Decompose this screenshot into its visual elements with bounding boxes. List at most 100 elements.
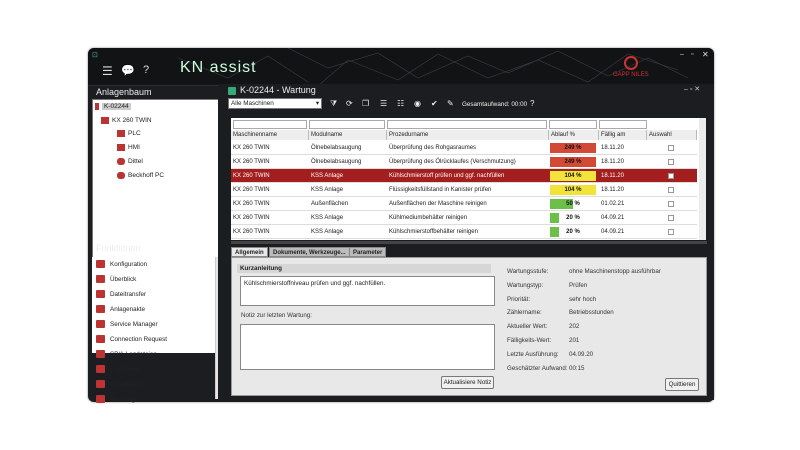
table-cell: Überprüfung des Ölrücklaufes (Verschmutz…: [389, 159, 516, 165]
function-item[interactable]: Überblick: [96, 273, 136, 287]
update-note-button[interactable]: Aktualisiere Notiz: [441, 376, 494, 389]
filter-due[interactable]: [599, 120, 647, 129]
tree-item-dittel[interactable]: Dittel: [117, 156, 143, 167]
function-item[interactable]: Anlagenakte: [96, 303, 145, 317]
table-row[interactable]: KX 260 TWIN KSS Anlage Kühlschmierstoff pr…: [231, 169, 697, 183]
tree-item-k02244[interactable]: K-02244: [95, 101, 131, 112]
checklist-icon[interactable]: ☷: [397, 98, 404, 109]
select-checkbox[interactable]: [668, 201, 674, 207]
tree-item-hmi[interactable]: HMI: [117, 142, 140, 153]
copy-icon[interactable]: ❐: [362, 98, 369, 109]
table-row[interactable]: KX 260 TWIN Außenflächen Außenflächen der …: [231, 197, 697, 211]
table-cell: KSS Anlage: [311, 215, 344, 221]
list-icon[interactable]: ☰: [380, 98, 387, 109]
select-checkbox[interactable]: [668, 215, 674, 221]
filter-procedure[interactable]: [387, 120, 547, 129]
filter-module[interactable]: [309, 120, 385, 129]
function-item-active[interactable]: Wartung: [96, 393, 135, 407]
field-key: Aktueller Wert:: [507, 323, 548, 331]
progress-bar: 20 %: [550, 227, 596, 237]
col-header[interactable]: Modulname: [309, 130, 387, 140]
table-row[interactable]: KX 260 TWIN KSS Anlage Flüssigkeitsfüllsta…: [231, 183, 697, 197]
tree-title: Anlagenbaum: [96, 87, 152, 97]
machine-filter-select[interactable]: Alle Maschinen ▾: [228, 98, 322, 109]
tab-parameter[interactable]: Parameter: [349, 247, 387, 257]
function-item[interactable]: Logdateien: [96, 363, 141, 377]
close-button[interactable]: ✕: [702, 50, 709, 59]
tree-item-kx260[interactable]: KX 260 TWIN: [101, 115, 152, 126]
table-cell: KSS Anlage: [311, 173, 344, 179]
table-cell: 18.11.20: [601, 145, 624, 151]
table-cell: KX 260 TWIN: [233, 201, 270, 207]
table-cell: KX 260 TWIN: [233, 145, 270, 151]
function-icon: [96, 365, 105, 374]
refresh-icon[interactable]: ⟳: [346, 98, 353, 109]
progress-bar: 50 %: [550, 199, 596, 209]
menu-icon[interactable]: ☰: [102, 64, 113, 78]
function-item[interactable]: Dashboard: [96, 378, 141, 392]
panel-controls[interactable]: – ▫ ✕: [684, 85, 700, 93]
field-value: 04.09.20: [569, 350, 594, 358]
col-header[interactable]: Ablauf %: [549, 130, 599, 140]
col-header[interactable]: Auswahl: [647, 130, 697, 140]
table-row[interactable]: KX 260 TWIN KSS Anlage Kühlmediumbehälter …: [231, 211, 697, 225]
grid-scrollbar[interactable]: [699, 118, 706, 240]
functions-list: Konfiguration Überblick Dateitransfer An…: [92, 257, 217, 404]
progress-fill: [550, 213, 560, 223]
select-checkbox[interactable]: [668, 187, 674, 193]
progress-bar: 249 %: [550, 157, 596, 167]
function-item[interactable]: Dateitransfer: [96, 288, 146, 302]
maximize-button[interactable]: ▫: [691, 51, 693, 58]
filter-progress[interactable]: [549, 120, 597, 129]
field-key: Wartungsstufe:: [507, 268, 549, 275]
main-title: K-02244 - Wartung: [240, 85, 316, 95]
function-icon: [96, 260, 105, 269]
progress-bar: 104 %: [550, 171, 596, 181]
table-row[interactable]: KX 260 TWIN KSS Anlage Kühlschmierstoffbeh…: [231, 225, 697, 239]
check-icon[interactable]: ✔: [431, 98, 438, 109]
col-header[interactable]: Maschinenname: [231, 130, 309, 140]
kurzanleitung-text: Kühlschmierstoffniveau prüfen und ggf. n…: [240, 276, 495, 306]
tree-item-plc[interactable]: PLC: [117, 128, 141, 139]
field-key: Wartungstyp:: [507, 281, 544, 289]
field-key: Letzte Ausführung:: [507, 350, 559, 358]
function-item[interactable]: Konfiguration: [96, 258, 147, 272]
col-header[interactable]: Fällig am: [599, 130, 647, 140]
table-cell: KSS Anlage: [311, 187, 344, 193]
chat-icon[interactable]: 💬: [121, 64, 135, 77]
notiz-label: Notiz zur letzten Wartung:: [241, 312, 312, 319]
select-checkbox[interactable]: [668, 159, 674, 165]
app-logo: KN assist: [180, 59, 257, 76]
function-icon: [96, 395, 105, 404]
functions-title: Funktionen: [96, 243, 141, 253]
tab-dokumente[interactable]: Dokumente, Werkzeuge...: [269, 247, 350, 257]
col-header[interactable]: Prozedurname: [387, 130, 549, 140]
quittieren-button[interactable]: Quittieren: [665, 378, 699, 391]
tree-item-beckhoff[interactable]: Beckhoff PC: [117, 170, 164, 181]
eye-icon[interactable]: ◉: [414, 98, 421, 109]
function-item[interactable]: SP/1-Logdateien: [96, 348, 157, 362]
chevron-down-icon: ▾: [315, 100, 319, 107]
table-cell: KX 260 TWIN: [233, 187, 270, 193]
minimize-button[interactable]: –: [680, 51, 684, 58]
select-checkbox[interactable]: [668, 145, 674, 151]
select-checkbox[interactable]: [668, 173, 674, 179]
help-icon[interactable]: ?: [530, 98, 534, 109]
tab-allgemein[interactable]: Allgemein: [231, 247, 268, 257]
table-cell: KX 260 TWIN: [233, 159, 270, 165]
table-row[interactable]: KX 260 TWIN Ölnebelabsaugung Überprüfung d…: [231, 141, 697, 155]
progress-bar: 104 %: [550, 185, 596, 195]
splitter[interactable]: [231, 241, 707, 244]
field-value: 202: [569, 323, 580, 331]
notiz-textarea[interactable]: [240, 324, 495, 370]
help-icon[interactable]: ?: [143, 64, 149, 76]
function-item[interactable]: Service Manager: [96, 318, 158, 332]
select-checkbox[interactable]: [668, 229, 674, 235]
edit-icon[interactable]: ✎: [447, 98, 454, 109]
maintenance-grid: Maschinenname Modulname Prozedurname Abl…: [231, 118, 699, 240]
function-item[interactable]: Connection Request: [96, 333, 167, 347]
progress-label: 20 %: [566, 229, 580, 235]
table-row[interactable]: KX 260 TWIN Ölnebelabsaugung Überprüfung d…: [231, 155, 697, 169]
filter-icon[interactable]: ⧩: [330, 98, 337, 109]
filter-machine[interactable]: [233, 120, 307, 129]
